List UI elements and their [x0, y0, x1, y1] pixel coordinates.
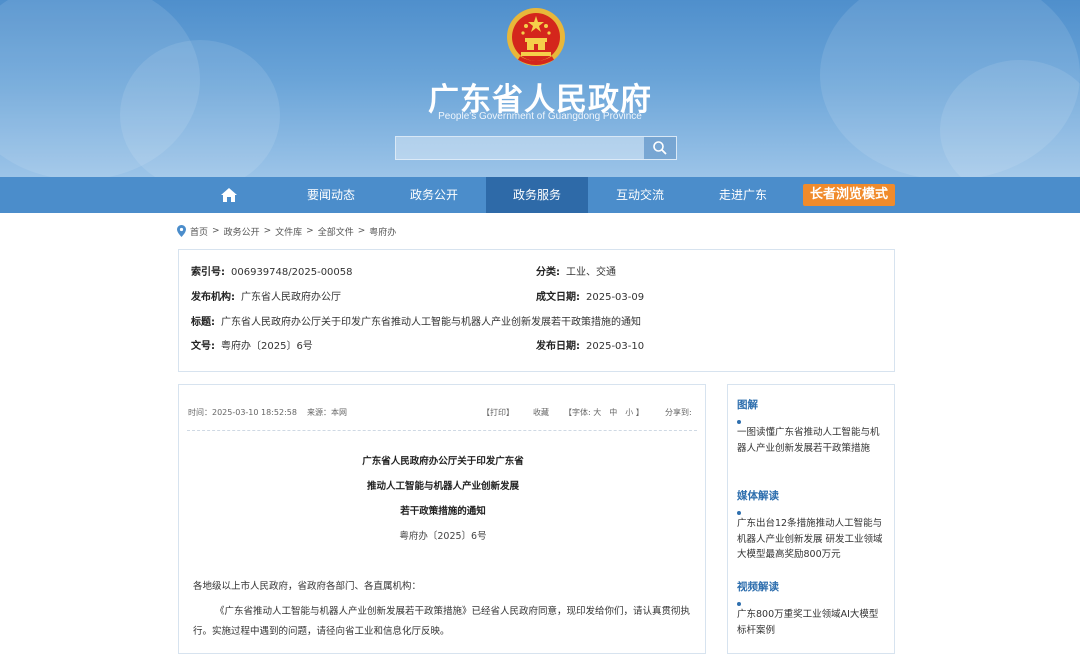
print-button[interactable]: 【打印】	[482, 407, 514, 418]
article-body-line: 《广东省推动人工智能与机器人产业创新发展若干政策措施》已经省人民政府同意，现印发…	[215, 606, 691, 617]
breadcrumb-separator: >	[357, 226, 366, 236]
bullet-icon	[737, 511, 741, 515]
meta-created-date: 成文日期: 2025-03-09	[536, 288, 644, 303]
meta-publisher: 发布机构: 广东省人民政府办公厅	[191, 288, 341, 303]
meta-docno-label: 文号:	[191, 341, 215, 352]
search-input[interactable]	[395, 136, 677, 160]
meta-publisher-label: 发布机构:	[191, 292, 235, 303]
article-time: 时间：2025-03-10 18:52:58	[188, 408, 297, 417]
breadcrumb-office[interactable]: 粤府办	[369, 225, 396, 238]
breadcrumb-home[interactable]: 首页	[190, 225, 208, 238]
sidebar-link-infographic[interactable]: 一图读懂广东省推动人工智能与机器人产业创新发展若干政策措施	[737, 425, 887, 456]
search-button[interactable]	[644, 137, 676, 159]
article-body-line: 行。实施过程中遇到的问题，请径向省工业和信息化厅反映。	[193, 626, 450, 637]
breadcrumb: 首页 > 政务公开 > 文件库 > 全部文件 > 粤府办	[177, 224, 396, 238]
meta-publisher-value: 广东省人民政府办公厅	[241, 292, 341, 303]
breadcrumb-separator: >	[263, 226, 272, 236]
breadcrumb-separator: >	[212, 226, 220, 236]
breadcrumb-all-files[interactable]: 全部文件	[318, 225, 354, 238]
meta-title-value: 广东省人民政府办公厅关于印发广东省推动人工智能与机器人产业创新发展若干政策措施的…	[221, 317, 641, 328]
home-icon	[221, 188, 237, 202]
nav-interaction[interactable]: 互动交流	[589, 177, 691, 213]
nav-home[interactable]	[188, 177, 270, 213]
sidebar-heading-infographic: 图解	[737, 399, 758, 411]
meta-title-label: 标题:	[191, 317, 215, 328]
meta-index: 索引号: 006939748/2025-00058	[191, 263, 353, 278]
article-doc-number: 粤府办〔2025〕6号	[399, 531, 487, 542]
meta-category-label: 分类:	[536, 267, 560, 278]
share-button[interactable]: 分享到:	[665, 407, 692, 418]
nav-gov-affairs[interactable]: 政务公开	[383, 177, 485, 213]
meta-published-date: 发布日期: 2025-03-10	[536, 337, 644, 352]
article-divider	[187, 430, 697, 431]
bullet-icon	[737, 420, 741, 424]
meta-category-value: 工业、交通	[566, 267, 616, 278]
meta-created-label: 成文日期:	[536, 292, 580, 303]
meta-title: 标题: 广东省人民政府办公厅关于印发广东省推动人工智能与机器人产业创新发展若干政策…	[191, 313, 641, 328]
site-header: 广东省人民政府 People's Government of Guangdong…	[0, 0, 1080, 177]
meta-published-value: 2025-03-10	[586, 341, 645, 352]
national-emblem-icon	[507, 8, 565, 66]
meta-published-label: 发布日期:	[536, 341, 580, 352]
location-pin-icon	[177, 225, 186, 237]
sidebar-link-media[interactable]: 广东出台12条措施推动人工智能与机器人产业创新发展 研发工业领域大模型最高奖励8…	[737, 516, 887, 563]
breadcrumb-file-library[interactable]: 文件库	[275, 225, 302, 238]
meta-index-value: 006939748/2025-00058	[231, 267, 353, 278]
sidebar-link-video[interactable]: 广东800万重奖工业领域AI大模型标杆案例	[737, 607, 887, 638]
nav-news[interactable]: 要闻动态	[280, 177, 382, 213]
article-panel: 时间：2025-03-10 18:52:58 来源：本网 【打印】 收藏 【字体…	[178, 384, 706, 654]
related-sidebar: 图解 一图读懂广东省推动人工智能与机器人产业创新发展若干政策措施 媒体解读 广东…	[727, 384, 895, 654]
main-nav: 要闻动态 政务公开 政务服务 互动交流 走进广东 长者浏览模式	[0, 177, 1080, 213]
sidebar-heading-video: 视频解读	[737, 581, 779, 593]
breadcrumb-gov-affairs[interactable]: 政务公开	[224, 225, 260, 238]
article-source: 来源：本网	[307, 408, 347, 417]
meta-created-value: 2025-03-09	[586, 292, 645, 303]
meta-index-label: 索引号:	[191, 267, 225, 278]
meta-docno: 文号: 粤府办〔2025〕6号	[191, 337, 313, 352]
meta-category: 分类: 工业、交通	[536, 263, 616, 278]
article-salutation: 各地级以上市人民政府，省政府各部门、各直属机构：	[193, 581, 422, 592]
meta-docno-value: 粤府办〔2025〕6号	[221, 341, 313, 352]
breadcrumb-separator: >	[306, 226, 314, 236]
font-size-controls[interactable]: 【字体: 大 中 小 】	[564, 407, 644, 418]
nav-about-guangdong[interactable]: 走进广东	[692, 177, 794, 213]
article-title-line: 推动人工智能与机器人产业创新发展	[366, 481, 519, 492]
article-title-line: 若干政策措施的通知	[400, 506, 486, 517]
document-meta: 索引号: 006939748/2025-00058 分类: 工业、交通 发布机构: 广…	[178, 249, 895, 372]
search-icon	[653, 141, 667, 155]
favorite-button[interactable]: 收藏	[533, 407, 549, 418]
article-title-line: 广东省人民政府办公厅关于印发广东省	[362, 456, 524, 467]
bullet-icon	[737, 602, 741, 606]
site-subtitle: People's Government of Guangdong Provinc…	[438, 111, 642, 122]
elder-mode-button[interactable]: 长者浏览模式	[803, 184, 895, 206]
nav-gov-services[interactable]: 政务服务	[486, 177, 588, 213]
sidebar-heading-media: 媒体解读	[737, 490, 779, 502]
